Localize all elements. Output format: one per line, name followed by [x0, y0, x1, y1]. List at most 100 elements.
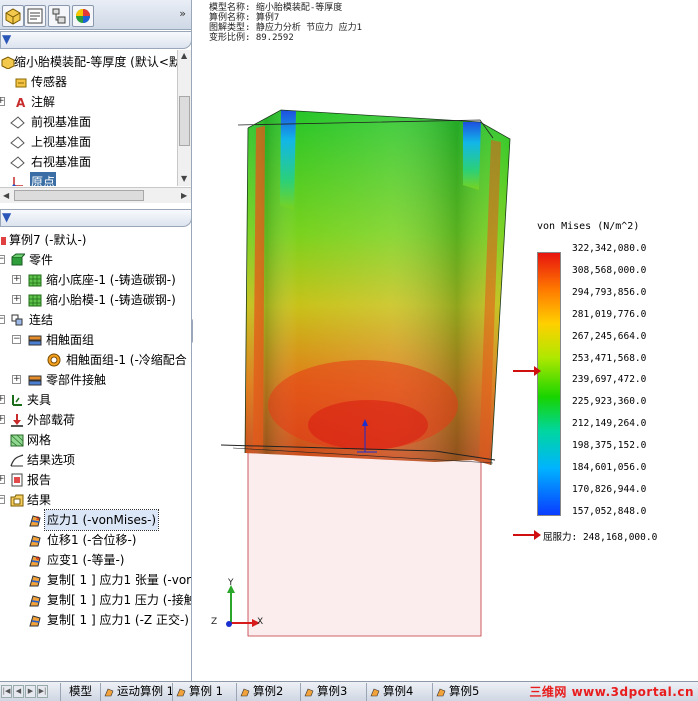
- collapse-toggle[interactable]: −: [0, 495, 5, 504]
- feature-tree-icon: [5, 8, 21, 25]
- scroll-right-icon[interactable]: ▶: [181, 191, 187, 200]
- expand-toggle[interactable]: +: [12, 375, 21, 384]
- assembly-root-label: 缩小胎模装配-等厚度 (默认<默: [14, 55, 181, 69]
- component-contact-icon: [28, 375, 42, 386]
- feature-tree-vertical-scrollbar[interactable]: ▲ ▼: [177, 50, 191, 186]
- study-tab-bar: |◀ ◀ ▶ ▶| 三维网 www.3dportal.cn 模型 运动算例 1 算例…: [0, 681, 698, 701]
- tab-1[interactable]: 运动算例 1: [100, 683, 178, 701]
- part-mesh-icon: [28, 294, 42, 307]
- die-edge-strip-left: [280, 110, 296, 210]
- expand-toggle[interactable]: +: [0, 475, 5, 484]
- expand-toggle[interactable]: +: [0, 415, 5, 424]
- filter-icon[interactable]: ▼: [2, 210, 11, 224]
- tab-6[interactable]: 算例5: [432, 683, 483, 701]
- graphics-area[interactable]: 模型名称: 缩小胎模装配-等厚度 算例名称: 算例7 图解类型: 静应力分析 节…: [193, 0, 698, 681]
- study-tab-icon: [176, 688, 186, 697]
- feature-manager-tab[interactable]: [2, 5, 24, 27]
- tab-0[interactable]: 模型: [60, 683, 96, 701]
- tree-item-label: 零部件接触: [46, 373, 107, 387]
- tree-item-label: 应力1 (-vonMises-): [43, 509, 160, 531]
- tab-next-icon[interactable]: ▶: [25, 685, 36, 698]
- study-root-label: 算例7 (-默认-): [9, 233, 87, 247]
- expand-toggle[interactable]: +: [12, 295, 21, 304]
- tree-item-label: 夹具: [27, 393, 52, 407]
- scroll-down-icon[interactable]: ▼: [181, 174, 187, 183]
- feature-tree: 缩小胎模装配-等厚度 (默认<默 传感器 + A 注解 前视基准面 上视基准面 …: [0, 50, 191, 186]
- tree-item-label: 连结: [29, 313, 54, 327]
- property-icon: [27, 8, 43, 24]
- tab-label: 算例3: [317, 684, 348, 698]
- strain-plot-icon: e: [29, 555, 41, 567]
- stress-plot-icon: [29, 575, 41, 587]
- tree-item-label: 应变1 (-等量-): [47, 553, 125, 567]
- shrink-fit-icon: [47, 353, 61, 367]
- tab-4[interactable]: 算例3: [300, 683, 351, 701]
- svg-text:e: e: [36, 555, 40, 562]
- triad-z-label: Z: [211, 617, 217, 627]
- simulation-tree: 算例7 (-默认-) − 零件 + 缩小底座-1 (-铸造碳钢-) + 缩小胎模…: [0, 230, 191, 675]
- study-tab-icon: [304, 688, 314, 697]
- legend-value: 212,149,264.0: [572, 418, 647, 430]
- expand-toggle[interactable]: +: [12, 275, 21, 284]
- tree-item-label: 注解: [31, 95, 56, 109]
- fixture-icon: [12, 395, 22, 406]
- tree-item-label: 缩小胎模-1 (-铸造碳钢-): [46, 293, 176, 307]
- scroll-thumb[interactable]: [14, 190, 144, 201]
- expand-panel-icon[interactable]: »: [179, 7, 186, 20]
- tab-label: 算例4: [383, 684, 414, 698]
- feature-tree-horizontal-scrollbar[interactable]: ◀ ▶: [0, 187, 191, 203]
- configuration-icon: [52, 8, 66, 24]
- collapse-toggle[interactable]: −: [0, 255, 5, 264]
- connection-icon: [11, 314, 23, 326]
- study-tab-icon: [436, 688, 446, 697]
- tree-filter-bar[interactable]: ▼: [0, 31, 191, 49]
- collapse-toggle[interactable]: −: [12, 335, 21, 344]
- tree-item-label: 零件: [29, 253, 54, 267]
- tree-item-label: 相触面组-1 (-冷缩配合: [66, 353, 187, 367]
- tree-item-label: 外部载荷: [27, 413, 76, 427]
- legend-color-bar: [537, 252, 561, 516]
- display-manager-tab[interactable]: [72, 5, 94, 27]
- legend-value: 157,052,848.0: [572, 505, 647, 517]
- plane-icon: [10, 136, 25, 149]
- origin-icon: [12, 177, 23, 186]
- scroll-up-icon[interactable]: ▲: [181, 51, 187, 60]
- collapse-toggle[interactable]: −: [0, 315, 5, 324]
- assembly-icon: [1, 56, 15, 69]
- color-wheel-icon: [76, 9, 90, 23]
- manager-tabs-toolbar: »: [0, 0, 191, 30]
- filter-icon[interactable]: ▼: [2, 32, 11, 46]
- tree-item-label: 前视基准面: [31, 115, 92, 129]
- tab-5[interactable]: 算例4: [366, 683, 417, 701]
- tab-label: 模型: [69, 684, 92, 698]
- simulation-filter-bar[interactable]: ▼: [0, 209, 191, 227]
- yield-strength-label: 屈服力: 248,168,000.0: [543, 532, 658, 543]
- tree-item-label: 位移1 (-合位移-): [47, 533, 137, 547]
- tree-item-label: 复制[ 1 ] 应力1 (-Z 正交-): [47, 613, 189, 627]
- tab-last-icon[interactable]: ▶|: [37, 685, 48, 698]
- tab-first-icon[interactable]: |◀: [1, 685, 12, 698]
- legend-value: 308,568,000.0: [572, 264, 647, 276]
- high-stress-core: [308, 400, 428, 450]
- expand-toggle[interactable]: +: [0, 97, 5, 106]
- tab-label: 算例5: [449, 684, 480, 698]
- tab-3[interactable]: 算例2: [236, 683, 287, 701]
- plane-icon: [10, 156, 25, 169]
- triad-x-label: X: [257, 617, 263, 627]
- property-manager-tab[interactable]: [24, 5, 46, 27]
- tab-2[interactable]: 算例 1: [172, 683, 227, 701]
- tree-item-label: 报告: [27, 473, 52, 487]
- stress-plot-icon: s: [29, 515, 41, 527]
- sensor-icon: [15, 78, 27, 88]
- stress-plot-icon: [29, 595, 41, 607]
- svg-text:s: s: [36, 515, 39, 522]
- scroll-thumb[interactable]: [179, 96, 190, 146]
- expand-toggle[interactable]: +: [0, 395, 5, 404]
- site-watermark: 三维网 www.3dportal.cn: [529, 685, 694, 699]
- annotation-icon: A: [16, 96, 26, 109]
- study-tab-icon: [240, 688, 250, 697]
- configuration-manager-tab[interactable]: [48, 5, 70, 27]
- scroll-left-icon[interactable]: ◀: [3, 191, 9, 200]
- mesh-icon: [10, 434, 24, 447]
- tab-prev-icon[interactable]: ◀: [13, 685, 24, 698]
